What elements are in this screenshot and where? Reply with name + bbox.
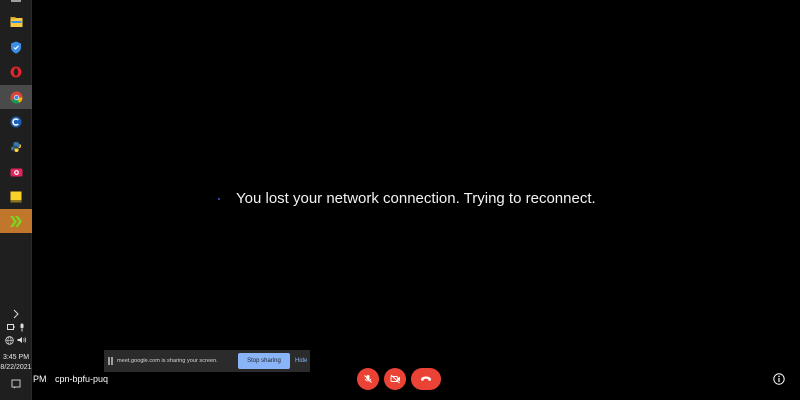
share-banner-text: meet.google.com is sharing your screen. <box>117 358 218 364</box>
taskbar-recorder[interactable] <box>0 160 32 184</box>
taskbar-shield[interactable] <box>0 35 32 59</box>
camera-off-icon <box>390 374 400 384</box>
info-icon <box>773 373 785 385</box>
drag-handle-icon[interactable] <box>108 357 113 365</box>
screen: 3:45 PM 8/22/2021 You lost your network … <box>0 0 800 400</box>
python-icon <box>11 142 21 152</box>
taskbar-chrome[interactable] <box>0 85 32 109</box>
microphone-icon[interactable] <box>19 323 25 332</box>
window-icon <box>11 0 21 2</box>
tray-row-2 <box>0 334 32 346</box>
reconnect-status-message: You lost your network connection. Trying… <box>236 190 596 207</box>
tray-row-1 <box>0 321 32 333</box>
taskbar-top-partial-icon[interactable] <box>0 0 32 10</box>
camera-app-icon <box>10 168 22 176</box>
file-explorer-icon <box>10 17 22 27</box>
opera-icon <box>10 66 22 78</box>
taskbar-green-arrows-app[interactable] <box>0 209 32 233</box>
end-call-icon <box>421 376 431 381</box>
microphone-toggle-button[interactable] <box>357 368 379 390</box>
chrome-icon <box>10 91 22 104</box>
ccleaner-icon <box>10 116 22 128</box>
leave-call-button[interactable] <box>411 368 441 390</box>
green-arrows-app-icon <box>10 215 22 227</box>
sticky-notes-icon <box>10 191 22 203</box>
taskbar-ccleaner[interactable] <box>0 110 32 134</box>
meeting-details-button[interactable] <box>773 373 785 385</box>
camera-toggle-button[interactable] <box>384 368 406 390</box>
network-globe-icon[interactable] <box>5 335 14 345</box>
battery-icon[interactable] <box>7 324 15 330</box>
taskbar-opera[interactable] <box>0 60 32 84</box>
windows-taskbar: 3:45 PM 8/22/2021 <box>0 0 32 400</box>
stop-sharing-button[interactable]: Stop sharing <box>238 353 290 369</box>
shield-icon <box>11 41 21 53</box>
taskbar-sticky-notes[interactable] <box>0 185 32 209</box>
chevron-right-icon <box>13 309 19 319</box>
hide-banner-link[interactable]: Hide <box>295 358 307 364</box>
notification-icon <box>11 379 21 389</box>
screen-share-banner: meet.google.com is sharing your screen. … <box>104 350 310 372</box>
taskbar-python[interactable] <box>0 135 32 159</box>
meeting-code[interactable]: cpn-bpfu-puq <box>55 374 108 384</box>
taskbar-file-explorer[interactable] <box>0 10 32 34</box>
tray-expand-button[interactable] <box>0 308 32 320</box>
volume-icon[interactable] <box>17 336 27 344</box>
taskbar-clock-date[interactable]: 8/22/2021 <box>0 363 32 372</box>
notification-center-button[interactable] <box>0 378 32 390</box>
mic-off-icon <box>364 375 372 383</box>
loading-spinner <box>218 198 220 200</box>
meeting-time: PM <box>33 374 47 384</box>
taskbar-clock-time[interactable]: 3:45 PM <box>0 353 32 362</box>
